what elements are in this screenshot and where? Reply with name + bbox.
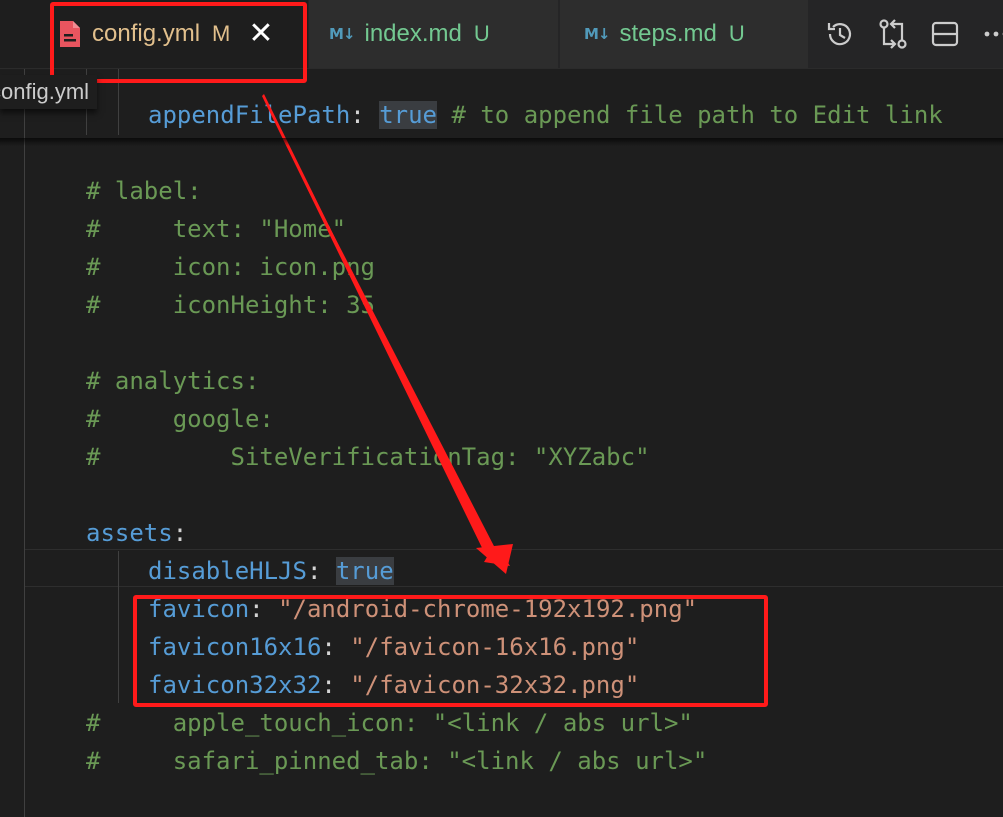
annotation-arrow xyxy=(262,94,513,574)
scroll-shadow xyxy=(0,138,1003,146)
breadcrumb[interactable]: config.yml xyxy=(0,75,98,109)
